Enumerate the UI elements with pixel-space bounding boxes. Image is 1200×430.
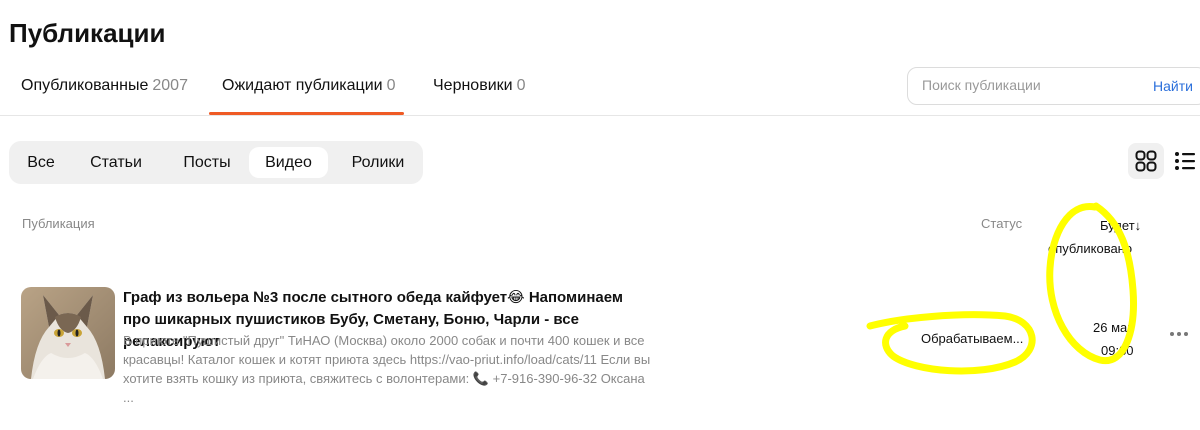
scheduled-date: 26 мар [1093, 320, 1135, 335]
content-type-filter: Все Статьи Посты Видео Ролики [9, 141, 423, 184]
cat-photo [21, 287, 115, 379]
column-header-scheduled-sort[interactable]: Будет↓ [1100, 214, 1141, 237]
filter-all[interactable]: Все [19, 147, 63, 178]
list-icon [1175, 152, 1195, 170]
list-view-button[interactable] [1167, 143, 1200, 179]
column-header-status[interactable]: Статус [981, 216, 1022, 231]
more-horizontal-icon [1170, 332, 1174, 336]
search-input[interactable] [920, 76, 1144, 94]
post-thumbnail[interactable] [21, 287, 115, 379]
tab-pending-label: Ожидают публикации [222, 77, 383, 94]
post-description: В приюте "Пушистый друг" ТиНАО (Москва) … [123, 333, 651, 405]
publication-tabs: Опубликованные 2007 Ожидают публикации 0 Ч… [0, 64, 905, 116]
grid-view-button[interactable] [1128, 143, 1164, 179]
filter-reels[interactable]: Ролики [339, 147, 417, 178]
page-title: Публикации [9, 18, 166, 48]
tab-published-label: Опубликованные [21, 77, 149, 94]
scheduled-time: 09:30 [1101, 343, 1134, 358]
more-options-button[interactable] [1166, 324, 1192, 344]
tab-pending[interactable]: Ожидают публикации 0 [222, 77, 396, 95]
search-box: Найти [907, 67, 1200, 105]
filter-posts[interactable]: Посты [169, 147, 245, 178]
tab-drafts-label: Черновики [433, 77, 513, 94]
tab-pending-count: 0 [386, 77, 396, 94]
search-button[interactable]: Найти [1153, 78, 1193, 94]
grid-icon [1135, 150, 1157, 172]
column-header-publication: Публикация [22, 216, 95, 231]
column-header-scheduled-label: опубликовано [1048, 241, 1133, 256]
tab-drafts[interactable]: Черновики 0 [433, 77, 525, 95]
filter-video[interactable]: Видео [249, 147, 328, 178]
filter-articles[interactable]: Статьи [81, 147, 151, 178]
post-status: Обрабатываем... [921, 331, 1024, 346]
tab-published-count: 2007 [152, 77, 188, 94]
more-dot [1184, 332, 1188, 336]
tab-published[interactable]: Опубликованные 2007 [21, 77, 188, 95]
more-dot [1177, 332, 1181, 336]
tabs-divider [0, 115, 1200, 116]
tab-drafts-count: 0 [516, 77, 526, 94]
